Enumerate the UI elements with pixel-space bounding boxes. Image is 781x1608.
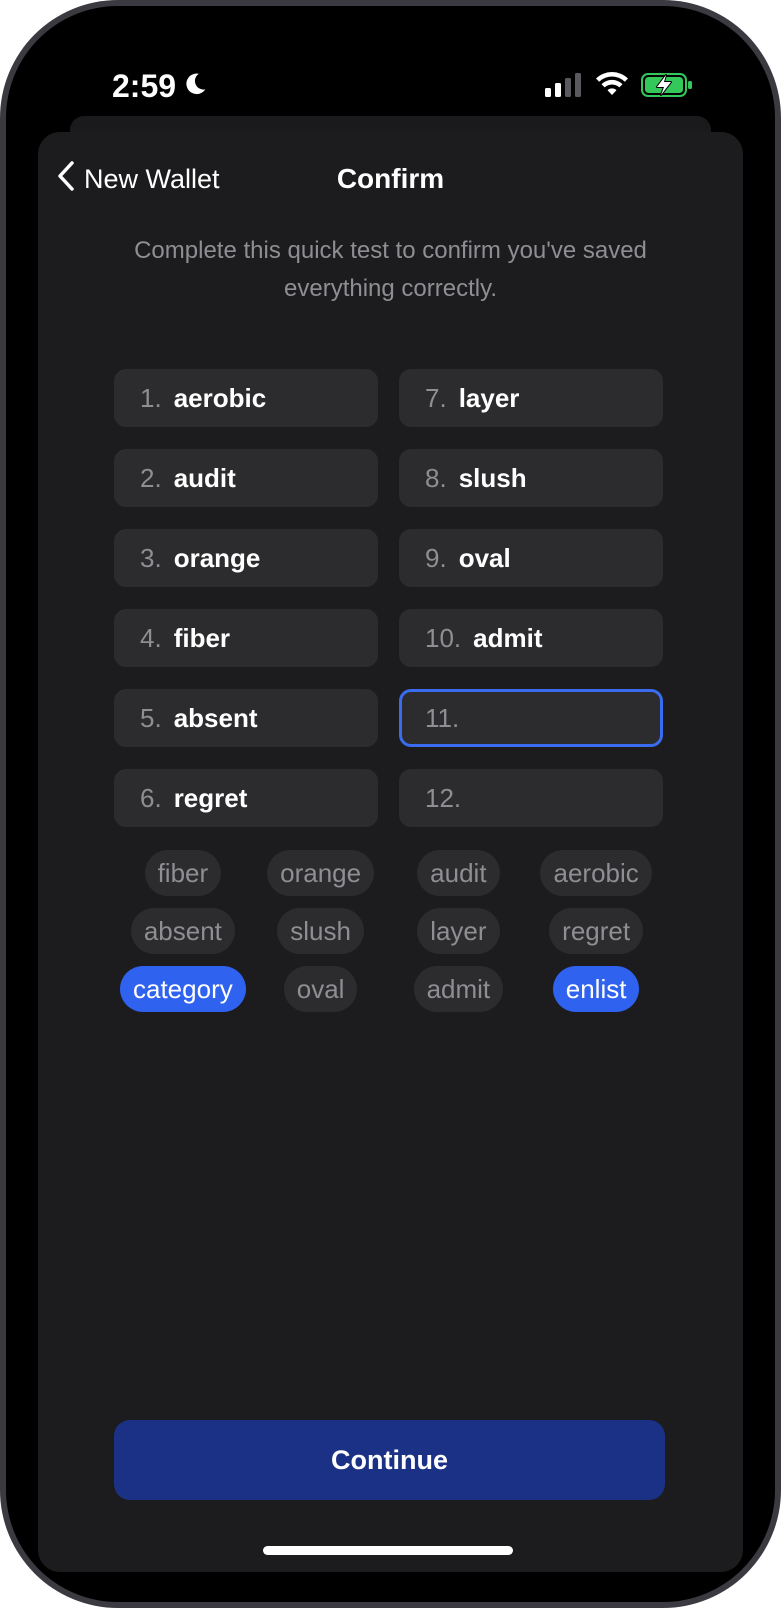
cellular-signal-icon: [545, 73, 583, 102]
wifi-icon: [595, 72, 629, 103]
word-slot-8[interactable]: 8. slush: [399, 449, 663, 507]
word-slot-6[interactable]: 6. regret: [114, 769, 378, 827]
word-slot-7[interactable]: 7. layer: [399, 369, 663, 427]
slot-word: oval: [458, 542, 511, 573]
slot-number: 7.: [425, 382, 447, 413]
word-slot-4[interactable]: 4. fiber: [114, 609, 378, 667]
chevron-left-icon: [56, 160, 76, 199]
slot-word: layer: [458, 382, 520, 413]
word-chip[interactable]: absent: [130, 908, 235, 954]
word-slot-10[interactable]: 10. admit: [399, 609, 663, 667]
slot-word: orange: [173, 542, 261, 573]
word-chip[interactable]: orange: [267, 850, 375, 896]
slot-word: admit: [473, 622, 543, 653]
slot-number: 10.: [425, 622, 462, 653]
phone-frame: 2:59 New Wallet Confirm Complete this qu…: [0, 0, 781, 1608]
word-chip[interactable]: oval: [283, 966, 358, 1012]
slot-word: aerobic: [173, 382, 267, 413]
status-bar: 2:59: [6, 6, 775, 126]
word-slot-3[interactable]: 3. orange: [114, 529, 378, 587]
instructions-text: Complete this quick test to confirm you'…: [134, 237, 647, 302]
slot-word: audit: [173, 462, 236, 493]
word-chip[interactable]: fiber: [144, 850, 222, 896]
seed-word-slots: 1. aerobic 7. layer 2. audit 8. slush 3.: [114, 369, 665, 827]
status-icons: [545, 72, 693, 103]
word-slot-5[interactable]: 5. absent: [114, 689, 378, 747]
status-time: 2:59: [112, 68, 208, 105]
word-chip[interactable]: admit: [413, 966, 504, 1012]
slot-number: 4.: [140, 622, 162, 653]
battery-charging-icon: [641, 72, 693, 103]
word-chip[interactable]: aerobic: [540, 850, 652, 896]
slot-number: 3.: [140, 542, 162, 573]
chip-row: fiber orange audit aerobic: [114, 850, 665, 896]
slot-word: fiber: [173, 622, 231, 653]
word-chip-selected[interactable]: enlist: [552, 966, 640, 1012]
moon-icon: [182, 68, 208, 105]
chip-row: category oval admit enlist: [114, 966, 665, 1012]
slot-number: 8.: [425, 462, 447, 493]
word-slot-12[interactable]: 12.: [399, 769, 663, 827]
slot-number: 11.: [425, 702, 460, 733]
word-chip[interactable]: audit: [417, 850, 500, 896]
slot-number: 2.: [140, 462, 162, 493]
chip-row: absent slush layer regret: [114, 908, 665, 954]
back-button[interactable]: New Wallet: [56, 160, 220, 199]
word-chip[interactable]: layer: [417, 908, 500, 954]
word-slot-11-active[interactable]: 11.: [399, 689, 663, 747]
home-indicator: [263, 1546, 513, 1555]
slot-number: 9.: [425, 542, 447, 573]
word-slot-1[interactable]: 1. aerobic: [114, 369, 378, 427]
slot-number: 6.: [140, 782, 162, 813]
word-slot-2[interactable]: 2. audit: [114, 449, 378, 507]
screen: 2:59 New Wallet Confirm Complete this qu…: [6, 6, 775, 1602]
slot-number: 5.: [140, 702, 162, 733]
slot-word: slush: [458, 462, 527, 493]
back-button-label: New Wallet: [84, 164, 220, 194]
word-chip[interactable]: regret: [549, 908, 644, 954]
word-slot-9[interactable]: 9. oval: [399, 529, 663, 587]
slot-word: regret: [173, 782, 248, 813]
word-chip-selected[interactable]: category: [120, 966, 246, 1012]
word-chip[interactable]: slush: [277, 908, 364, 954]
slot-number: 1.: [140, 382, 162, 413]
confirm-sheet: New Wallet Confirm Complete this quick t…: [38, 132, 743, 1572]
continue-button[interactable]: Continue: [114, 1420, 665, 1500]
slot-word: absent: [173, 702, 258, 733]
word-chip-bank: fiber orange audit aerobic absent slush …: [114, 850, 665, 1024]
slot-number: 12.: [425, 782, 462, 813]
status-time-text: 2:59: [112, 68, 177, 104]
